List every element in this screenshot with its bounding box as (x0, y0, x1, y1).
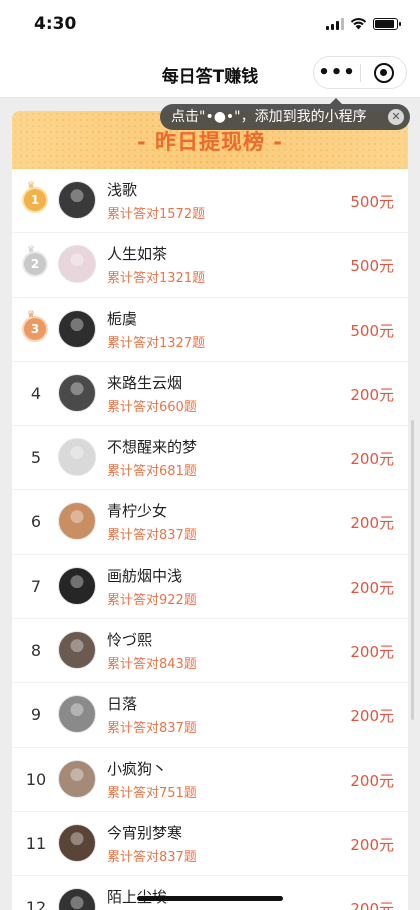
avatar[interactable] (58, 631, 96, 670)
rank-number: 12 (25, 898, 47, 910)
leaderboard-row[interactable]: ♛ 2 人生如茶累计答对1321题 500元 (12, 233, 408, 298)
withdraw-amount: 200元 (350, 643, 394, 662)
crown-icon: ♛ (27, 245, 36, 256)
rank-number: 9 (30, 705, 42, 725)
rank-number: 2 (30, 257, 40, 272)
nav-bar: 每日答T赚钱 ••• (0, 50, 420, 98)
gold-medal-icon: ♛ 1 (24, 182, 46, 211)
correct-count: 累计答对843题 (107, 657, 197, 673)
rank-number: 8 (30, 641, 42, 661)
avatar[interactable] (58, 373, 96, 412)
rank-number: 10 (25, 769, 47, 789)
withdraw-amount: 200元 (350, 578, 394, 597)
close-miniprogram-button[interactable] (361, 62, 406, 83)
withdraw-amount: 200元 (350, 900, 394, 910)
scrollbar[interactable] (411, 420, 414, 720)
withdraw-amount: 200元 (350, 835, 394, 854)
rank-number: 11 (25, 833, 47, 853)
correct-count: 累计答对681题 (107, 464, 197, 480)
user-name: 浅歌 (107, 181, 138, 199)
leaderboard-row[interactable]: 6 青柠少女累计答对837题 200元 (12, 490, 408, 555)
signal-icon (326, 17, 344, 30)
avatar[interactable] (58, 502, 96, 541)
correct-count: 累计答对751题 (107, 785, 197, 801)
withdraw-amount: 200元 (350, 450, 394, 469)
user-name: 青柠少女 (107, 502, 168, 521)
leaderboard-row[interactable]: 12陌上尘埃200元 (12, 876, 408, 910)
withdraw-amount: 500元 (350, 321, 394, 340)
rank-number: 3 (30, 321, 40, 336)
leaderboard-row[interactable]: ♛ 3 栀虞累计答对1327题 500元 (12, 298, 408, 362)
avatar[interactable] (58, 245, 96, 284)
status-time: 4:30 (34, 14, 77, 34)
withdraw-amount: 200元 (350, 771, 394, 790)
status-icons (326, 17, 401, 30)
rank-number: 4 (30, 383, 42, 403)
withdraw-amount: 200元 (350, 385, 394, 404)
leaderboard-row[interactable]: 11 今宵别梦寒累计答对837题 200元 (12, 812, 408, 877)
correct-count: 累计答对837题 (107, 528, 197, 544)
user-name: 栀虞 (107, 309, 138, 328)
leaderboard-title: - 昨日提现榜 - (136, 130, 284, 154)
leaderboard-row[interactable]: 4 来路生云烟累计答对660题 200元 (12, 362, 408, 427)
leaderboard-row[interactable]: 10 小疯狗丶累计答对751题 200元 (12, 748, 408, 812)
rank-number: 6 (30, 512, 42, 532)
user-name: 小疯狗丶 (107, 759, 168, 778)
miniprogram-capsule: ••• (313, 56, 407, 89)
leaderboard-row[interactable]: 8 怜づ熙累计答对843题 200元 (12, 619, 408, 684)
avatar[interactable] (58, 823, 96, 862)
avatar[interactable] (58, 438, 96, 477)
leaderboard-card: - 昨日提现榜 - ♛ 1 浅歌 累计答对1572题 500元 ♛ 2 人生如茶 累计答对132… (12, 111, 408, 910)
silver-medal-icon: ♛ 2 (24, 246, 46, 276)
avatar[interactable] (58, 566, 96, 605)
withdraw-amount: 500元 (350, 193, 394, 211)
correct-count: 累计答对660题 (107, 399, 197, 415)
rank-number: 7 (30, 576, 42, 596)
status-bar: 4:30 (0, 0, 420, 50)
bronze-medal-icon: ♛ 3 (24, 310, 46, 340)
user-name: 日落 (107, 695, 138, 714)
avatar[interactable] (58, 695, 96, 734)
withdraw-amount: 500元 (350, 257, 394, 276)
battery-level (375, 19, 394, 28)
avatar[interactable] (58, 181, 96, 219)
tooltip-text: 点击"•●•"，添加到我的小程序 (171, 109, 367, 125)
user-name: 怜づ熙 (107, 631, 153, 650)
withdraw-amount: 200元 (350, 514, 394, 533)
crown-icon: ♛ (27, 309, 36, 320)
leaderboard-row[interactable]: 7 画舫烟中浅累计答对922题 200元 (12, 555, 408, 620)
avatar[interactable] (58, 759, 96, 798)
target-icon (373, 62, 394, 83)
battery-icon (373, 17, 401, 30)
correct-count: 累计答对837题 (107, 721, 197, 737)
add-to-miniprogram-tooltip: 点击"•●•"，添加到我的小程序 ✕ (160, 98, 410, 130)
correct-count: 累计答对1572题 (107, 207, 206, 222)
avatar[interactable] (58, 309, 96, 348)
user-name: 人生如茶 (107, 245, 168, 264)
leaderboard-list: ♛ 1 浅歌 累计答对1572题 500元 ♛ 2 人生如茶 累计答对1321题 500元 ♛ 3 栀虞… (12, 169, 408, 910)
correct-count: 累计答对837题 (107, 849, 197, 865)
avatar[interactable] (58, 888, 96, 910)
more-button[interactable]: ••• (314, 58, 360, 88)
wifi-icon (350, 18, 367, 30)
withdraw-amount: 200元 (350, 707, 394, 726)
rank-number: 5 (30, 448, 42, 468)
correct-count: 累计答对922题 (107, 592, 197, 608)
leaderboard-row[interactable]: 9 日落累计答对837题 200元 (12, 683, 408, 748)
user-name: 来路生云烟 (107, 373, 183, 392)
tooltip-close-icon[interactable]: ✕ (388, 109, 404, 125)
correct-count: 累计答对1327题 (107, 335, 206, 351)
leaderboard-row[interactable]: ♛ 1 浅歌 累计答对1572题 500元 (12, 169, 408, 234)
user-name: 不想醒来的梦 (107, 438, 198, 457)
rank-number: 1 (30, 193, 40, 207)
leaderboard-row[interactable]: 5 不想醒来的梦 累计答对681题 200元 (12, 426, 408, 491)
crown-icon: ♛ (27, 181, 36, 191)
user-name: 画舫烟中浅 (107, 566, 183, 585)
correct-count: 累计答对1321题 (107, 271, 206, 287)
home-indicator[interactable] (137, 896, 283, 901)
user-name: 今宵别梦寒 (107, 823, 183, 842)
